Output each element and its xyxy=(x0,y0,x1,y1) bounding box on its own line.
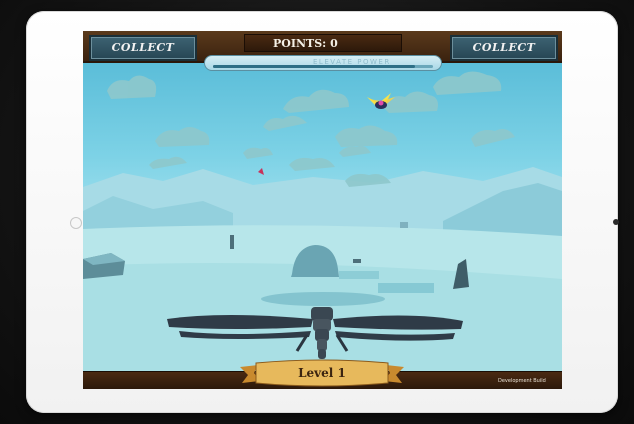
distant-rock xyxy=(400,222,408,228)
points-counter: POINTS: 0 xyxy=(244,34,402,52)
power-track xyxy=(213,65,433,68)
distant-bug-icon xyxy=(258,168,264,175)
ground-tile xyxy=(378,283,434,293)
home-button-dot xyxy=(613,219,619,225)
game-screen[interactable]: COLLECT COLLECT POINTS: 0 ELEVATE POWER … xyxy=(83,31,562,389)
player-shadow xyxy=(261,292,385,306)
collect-right-button[interactable]: COLLECT xyxy=(450,35,558,61)
development-build-label: Development Build xyxy=(498,378,546,384)
elevate-power-meter: ELEVATE POWER xyxy=(204,55,442,71)
power-fill xyxy=(213,65,416,68)
distant-debris xyxy=(353,259,361,263)
clouds xyxy=(107,71,515,187)
level-banner: Level 1 xyxy=(240,359,404,387)
distant-post xyxy=(230,235,234,249)
background: COLLECT COLLECT POINTS: 0 ELEVATE POWER … xyxy=(0,0,634,424)
collect-left-button[interactable]: COLLECT xyxy=(89,35,197,61)
ground-tile xyxy=(339,271,379,279)
front-camera xyxy=(70,217,82,229)
level-label: Level 1 xyxy=(298,366,346,380)
game-world xyxy=(83,71,562,371)
